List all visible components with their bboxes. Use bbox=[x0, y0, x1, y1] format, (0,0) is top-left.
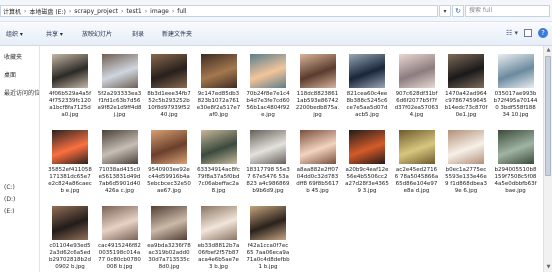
new-folder-button[interactable]: 新建文件夹 bbox=[162, 29, 192, 38]
file-name: a8aa882e2ff07 04dd0c32d783 dff8 69f8b561… bbox=[296, 167, 339, 194]
breadcrumb-item[interactable]: scrapy_project bbox=[74, 8, 118, 15]
breadcrumb-item[interactable]: test1 bbox=[126, 8, 141, 15]
sidebar-item-drive-c[interactable]: (C:) bbox=[4, 184, 15, 191]
sidebar-item-drive-d[interactable]: (D:) bbox=[4, 196, 15, 203]
chevron-right-icon[interactable]: › bbox=[145, 8, 147, 15]
file-thumbnail[interactable] bbox=[398, 130, 435, 164]
vertical-scrollbar[interactable]: ▲ ▼ bbox=[543, 46, 552, 272]
file-thumbnail[interactable] bbox=[101, 54, 138, 88]
file-thumbnail[interactable] bbox=[250, 206, 286, 240]
preview-pane-icon[interactable] bbox=[524, 29, 532, 37]
refresh-button[interactable]: ↻ bbox=[452, 5, 464, 17]
file-name: f42a1cca0f7ec65 7aa06eca9a71a0c4d8defbb1… bbox=[246, 243, 290, 270]
chevron-down-icon: ▾ bbox=[443, 8, 447, 15]
file-thumbnail[interactable] bbox=[151, 54, 187, 88]
breadcrumb-item[interactable]: full bbox=[177, 8, 186, 15]
file-thumbnail[interactable] bbox=[349, 54, 385, 88]
scroll-up-icon[interactable]: ▲ bbox=[545, 47, 552, 54]
file-name: b294005510b8159f7508c5f084a5e0dbbfb63fba… bbox=[494, 167, 537, 194]
file-thumbnail[interactable] bbox=[101, 206, 138, 240]
burn-button[interactable]: 刻录 bbox=[132, 29, 144, 38]
file-name: 18317798 55e37 67e5476 53a823 a4c986869b… bbox=[246, 167, 290, 194]
file-name: 35852ef411058 171381dc65e7e2c824a86caecb… bbox=[48, 167, 92, 194]
file-thumbnail[interactable] bbox=[299, 130, 336, 164]
scroll-down-icon[interactable]: ▼ bbox=[545, 264, 552, 271]
file-thumbnail[interactable] bbox=[398, 54, 435, 88]
file-name: 8b3d1eee34fb752c5b293252b10f8d97939f5240… bbox=[147, 91, 191, 118]
file-thumbnail[interactable] bbox=[151, 130, 187, 164]
help-icon[interactable]: ? bbox=[538, 28, 548, 38]
file-name: 9c147ed85db3823b1072a761e30e8f2a517e7af0… bbox=[196, 91, 241, 118]
breadcrumb-item[interactable]: image bbox=[150, 8, 169, 15]
file-thumbnail[interactable] bbox=[101, 130, 138, 164]
sidebar-item-desktop[interactable]: 桌面 bbox=[4, 70, 16, 79]
chevron-right-icon[interactable]: › bbox=[24, 8, 26, 15]
file-thumbnail[interactable] bbox=[448, 130, 484, 164]
file-name: 63334914ac8fc79f8a37a5f0bd7c06abeffac2a8… bbox=[197, 167, 240, 194]
file-name: a20b9c4eaf12e56e4b5506cc2a27d28f3e43659 … bbox=[345, 167, 389, 194]
file-thumbnail[interactable] bbox=[52, 130, 88, 164]
address-bar: 计算机 › 本地磁盘 (E:) › scrapy_project › test1 › image… bbox=[0, 0, 552, 22]
file-name: ac2e45ed27166 78a5045866a65d86e104e97e8a… bbox=[394, 167, 439, 194]
slideshow-button[interactable]: 放映幻灯片 bbox=[82, 29, 112, 38]
file-name: 118dc88238611ab593e867422200bedb875a.jpg bbox=[295, 91, 340, 118]
address-dropdown-button[interactable]: ▾ bbox=[439, 5, 451, 17]
file-name: eb33d8812b7a06fbef2f57b87aca4e6b5ae7e3 b… bbox=[197, 243, 240, 270]
chevron-right-icon[interactable]: › bbox=[172, 8, 174, 15]
breadcrumb-item[interactable]: 计算机 bbox=[3, 7, 21, 16]
file-name: 4f06b529a4a5f4f752339fc120a1bcf8fa7125da… bbox=[48, 91, 92, 118]
file-grid: 4f06b529a4a5f4f752339fc120a1bcf8fa7125da… bbox=[41, 46, 543, 272]
file-thumbnail[interactable] bbox=[448, 54, 484, 88]
file-name: 5f2a293333ea3f1fd1c63b7d56a9f82e1d9ff4d8… bbox=[97, 91, 142, 118]
file-thumbnail[interactable] bbox=[52, 54, 88, 88]
file-thumbnail[interactable] bbox=[151, 206, 187, 240]
search-input[interactable]: 搜索 full bbox=[465, 5, 550, 17]
file-thumbnail[interactable] bbox=[52, 206, 88, 240]
file-name: 821cea60c4ee8b388c5245c6ce7e5aa5d07dacb5… bbox=[346, 91, 388, 118]
file-name: 71038ad415c0e5613831d49d7ab6d5901d40426a… bbox=[98, 167, 141, 194]
file-name: b0ec1a2775ec5593e133e46e9 f1d868dbea39e … bbox=[445, 167, 487, 194]
file-thumbnail[interactable] bbox=[200, 206, 237, 240]
chevron-right-icon[interactable]: › bbox=[69, 8, 71, 15]
file-thumbnail[interactable] bbox=[299, 54, 336, 88]
breadcrumb-item[interactable]: 本地磁盘 (E:) bbox=[29, 7, 65, 16]
sidebar-item-recent[interactable]: 最近访问的位置 bbox=[4, 88, 39, 97]
file-name: ea9bda3236f78ac319b02add030d7a713535c8d0… bbox=[147, 243, 191, 270]
share-button[interactable]: 共享 ▾ bbox=[46, 29, 63, 38]
refresh-icon: ↻ bbox=[455, 7, 461, 15]
file-thumbnail[interactable] bbox=[250, 130, 286, 164]
file-name: 1470a42ad964c97867459645b14edc73c870f0e1… bbox=[444, 91, 488, 118]
file-thumbnail[interactable] bbox=[250, 54, 286, 88]
file-name: cac4915246f82 0035198c014a77 0c80cb07800… bbox=[98, 243, 141, 270]
file-name: 9540903ee92ec44d59916b4a5ebcbcec32e50ae6… bbox=[147, 167, 191, 194]
view-options-icon[interactable]: ☷ ▾ bbox=[506, 29, 518, 37]
file-name: c01104e93ed52a3d62c6a5edb29702818b2d0902… bbox=[49, 243, 91, 270]
file-name: 035017ae993bb72f495a701440 3bdf558f18834… bbox=[493, 91, 538, 118]
chevron-right-icon[interactable]: › bbox=[121, 8, 123, 15]
sidebar-item-drive-e[interactable]: (E:) bbox=[4, 208, 15, 215]
breadcrumb[interactable]: 计算机 › 本地磁盘 (E:) › scrapy_project › test1 › image… bbox=[0, 5, 438, 17]
navigation-pane: 收藏夹 桌面 最近访问的位置 (C:) (D:) (E:) bbox=[0, 46, 40, 272]
file-thumbnail[interactable] bbox=[349, 130, 385, 164]
organize-button[interactable]: 组织 ▾ bbox=[6, 29, 23, 38]
scroll-thumb[interactable] bbox=[545, 56, 551, 176]
file-thumbnail[interactable] bbox=[497, 130, 534, 164]
file-thumbnail[interactable] bbox=[497, 54, 534, 88]
file-thumbnail[interactable] bbox=[200, 54, 237, 88]
command-toolbar: 组织 ▾ 共享 ▾ 放映幻灯片 刻录 新建文件夹 ☷ ▾ ? bbox=[0, 22, 552, 46]
file-thumbnail[interactable] bbox=[200, 130, 237, 164]
sidebar-item-favorites[interactable]: 收藏夹 bbox=[4, 52, 22, 61]
file-name: 70b24f8e7e1c4b4d7e3fe7cd6056b1ac4804f92e… bbox=[246, 91, 290, 118]
file-name: 907c628df31bf6d6f2077b5f7fd37f02ea570634… bbox=[394, 91, 439, 118]
